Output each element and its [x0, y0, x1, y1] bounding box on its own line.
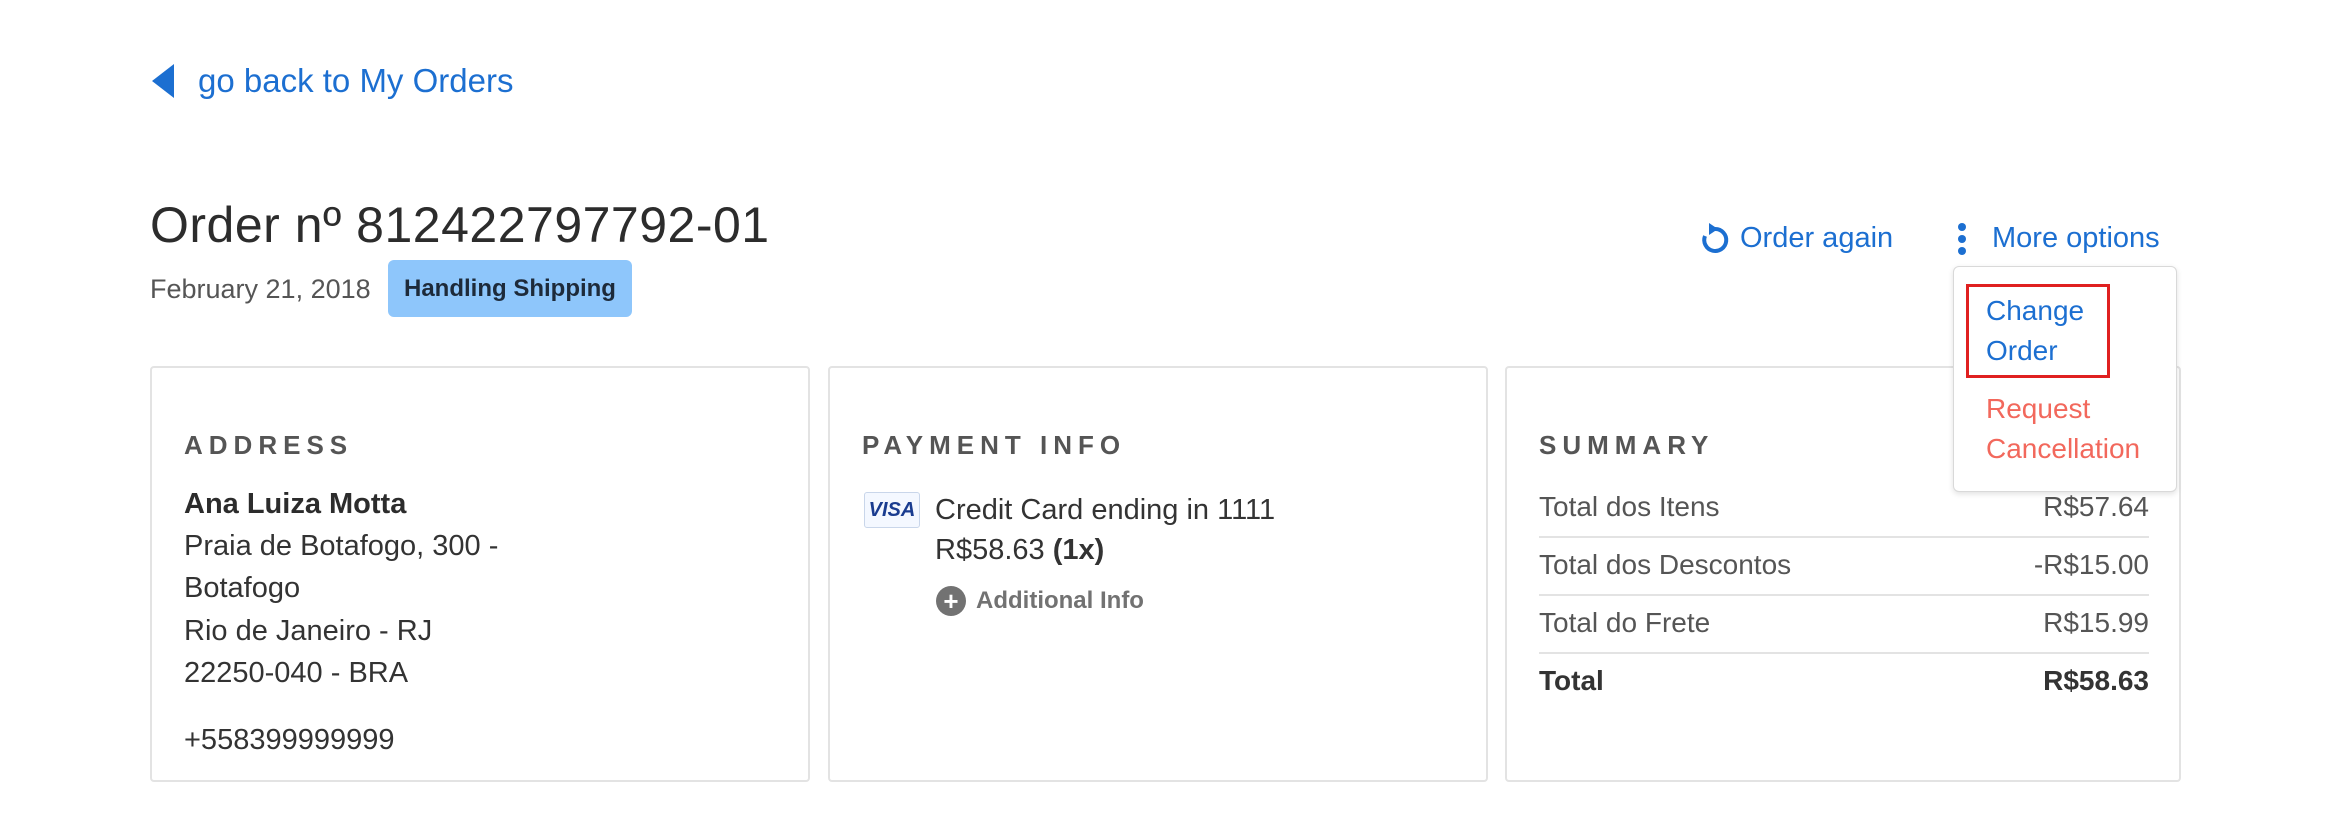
payment-heading: PAYMENT INFO — [862, 430, 1127, 460]
payment-amount-line: R$58.63 (1x) — [935, 534, 1104, 567]
change-order-label-line1: Change — [1986, 295, 2085, 326]
additional-info-toggle[interactable]: + Additional Info — [936, 586, 1144, 616]
page-title: Order nº 812422797792-01 — [150, 197, 770, 253]
address-city: Rio de Janeiro - RJ — [184, 615, 433, 647]
payment-installments: (1x) — [1052, 534, 1105, 566]
summary-label: Total do Frete — [1539, 607, 1711, 638]
card-description: Credit Card ending in 1111 — [935, 494, 1276, 526]
summary-value: -R$15.00 — [2033, 549, 2149, 580]
plus-circle-icon: + — [936, 586, 966, 616]
change-order-option[interactable]: Change Order — [1986, 291, 2136, 371]
order-again-label: Order again — [1740, 222, 1894, 254]
address-heading: ADDRESS — [184, 430, 354, 460]
address-phone: +558399999999 — [184, 724, 395, 756]
summary-label: Total — [1539, 665, 1604, 696]
change-order-label-line2: Order — [1986, 335, 2058, 366]
summary-heading: SUMMARY — [1539, 430, 1715, 460]
request-cancellation-option[interactable]: Request Cancellation — [1986, 389, 2156, 469]
more-options-label: More options — [1992, 222, 2160, 254]
address-neighborhood: Botafogo — [184, 572, 301, 604]
visa-icon: VISA — [864, 492, 920, 528]
summary-row-discounts: Total dos Descontos -R$15.00 — [1539, 536, 2149, 596]
summary-row-shipping: Total do Frete R$15.99 — [1539, 594, 2149, 654]
back-link-label: go back to My Orders — [198, 62, 514, 99]
back-to-orders-link[interactable]: go back to My Orders — [152, 62, 513, 100]
recipient-name: Ana Luiza Motta — [184, 488, 407, 520]
summary-value: R$58.63 — [2043, 665, 2149, 696]
order-again-button[interactable]: Order again — [1700, 222, 1893, 255]
address-street: Praia de Botafogo, 300 - — [184, 530, 499, 562]
status-badge: Handling Shipping — [388, 260, 632, 317]
kebab-menu-icon — [1958, 222, 1966, 255]
refresh-icon — [1702, 222, 1729, 253]
request-cancellation-label-line2: Cancellation — [1986, 433, 2141, 464]
request-cancellation-label-line1: Request — [1986, 393, 2091, 424]
summary-label: Total dos Descontos — [1539, 549, 1792, 580]
more-options-button[interactable]: More options — [1958, 222, 2160, 255]
payment-amount: R$58.63 — [935, 534, 1045, 566]
summary-label: Total dos Itens — [1539, 491, 1720, 522]
address-card: ADDRESS Ana Luiza Motta Praia de Botafog… — [150, 366, 810, 782]
back-arrow-icon — [152, 64, 174, 98]
summary-value: R$15.99 — [2043, 607, 2149, 638]
summary-value: R$57.64 — [2043, 491, 2149, 522]
order-date: February 21, 2018 — [150, 274, 371, 304]
address-postal: 22250-040 - BRA — [184, 657, 409, 689]
additional-info-label: Additional Info — [976, 587, 1144, 614]
payment-card: PAYMENT INFO VISA Credit Card ending in … — [828, 366, 1488, 782]
summary-row-total: Total R$58.63 — [1539, 652, 2149, 710]
more-options-dropdown: Change Order Request Cancellation — [1953, 266, 2177, 492]
